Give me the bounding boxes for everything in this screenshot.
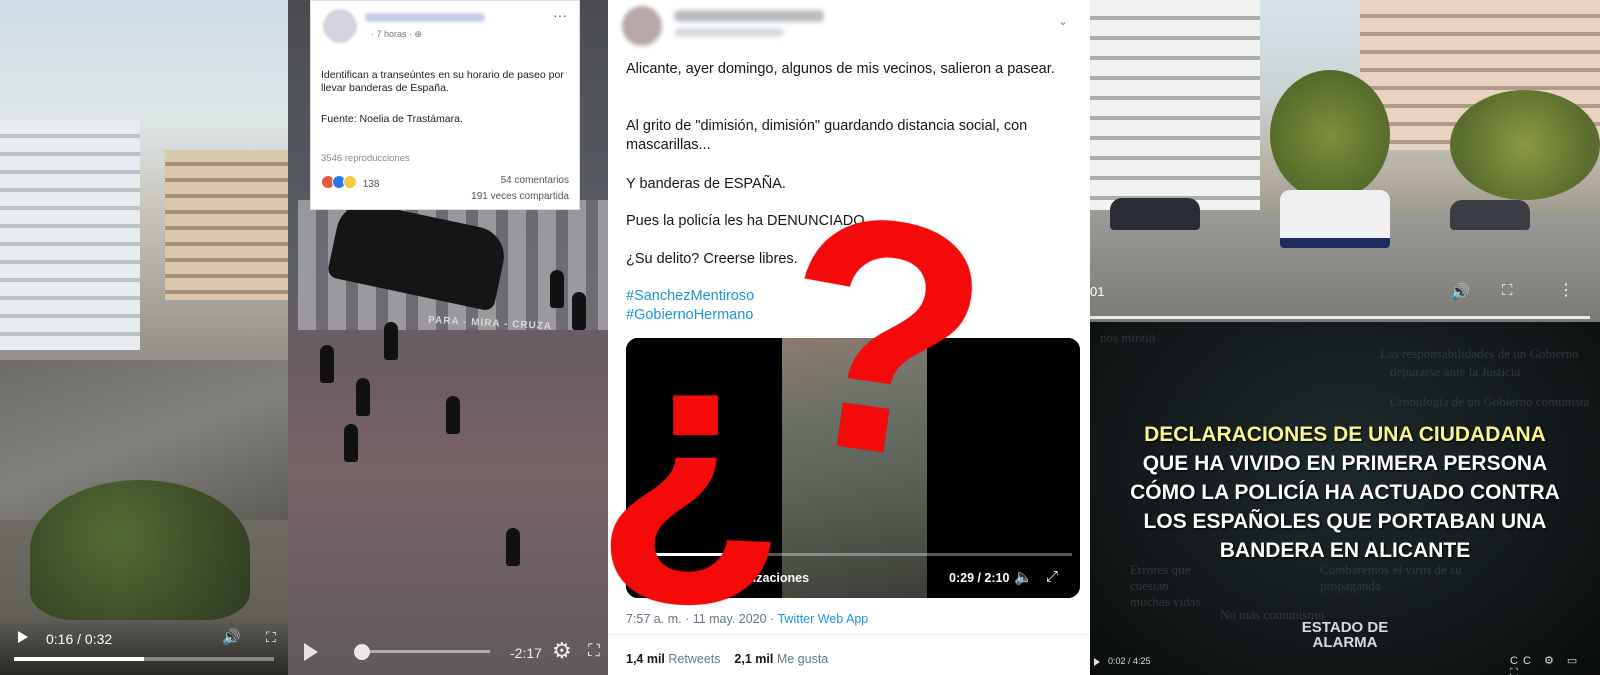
volume-icon[interactable]: 🔈 <box>1014 568 1033 586</box>
volume-icon[interactable]: 🔊 <box>1450 282 1470 302</box>
video-controls <box>0 615 288 675</box>
post-time: · 7 horas · ⊕ <box>371 29 423 39</box>
reaction-count: 138 <box>362 179 380 190</box>
tweet-text-line: Alicante, ayer domingo, algunos de mis v… <box>626 61 1055 77</box>
time-fragment: 01 <box>1090 284 1105 299</box>
logo-line: ALARMA <box>1312 634 1378 651</box>
comment-count[interactable]: 54 comentarios <box>501 175 569 186</box>
building-left <box>0 120 140 350</box>
like-count[interactable]: 2,1 mil <box>734 652 773 666</box>
background-text: Cronología de un Gobierno comunista <box>1390 394 1590 409</box>
video-controls-bottom: 0:02 / 4:25 CC ⚙ ▭ ⛶ <box>1090 650 1600 675</box>
author-handle-blurred[interactable] <box>674 28 784 37</box>
video-time: 0:16 / 0:32 <box>46 631 113 647</box>
chevron-down-icon[interactable]: ⌄ <box>1058 14 1068 28</box>
headline-line: BANDERA EN ALICANTE <box>1219 539 1471 562</box>
video-top-frame <box>1090 0 1600 322</box>
fullscreen-icon[interactable]: ⛶ <box>1502 282 1513 299</box>
post-text: Identifican a transeúntes en su horario … <box>321 69 564 94</box>
person <box>446 396 460 434</box>
share-count[interactable]: 191 veces compartida <box>471 191 569 202</box>
author-name-blurred[interactable] <box>365 13 485 22</box>
fullscreen-icon[interactable]: ⤢ <box>1046 568 1058 585</box>
background-text: Combaremos el virus de su propaganda <box>1320 562 1462 593</box>
video-panel-facebook[interactable]: PARA - MIRA - CRUZA · 7 horas · ⊕ ··· Id… <box>288 0 608 675</box>
gear-icon[interactable]: ⚙ <box>552 638 572 664</box>
progress-bar[interactable] <box>14 657 274 661</box>
video-panel-street[interactable]: 0:16 / 0:32 🔊 ⛶ <box>0 0 288 675</box>
fullscreen-icon[interactable]: ⛶ <box>266 629 276 646</box>
background-text: nos mintió <box>1100 330 1156 345</box>
headline-line: QUE HA VIVIDO EN PRIMERA PERSONA <box>1142 452 1548 475</box>
retweet-label[interactable]: Retweets <box>668 652 720 666</box>
person <box>550 270 564 308</box>
progress-fill <box>14 657 144 661</box>
building <box>1090 0 1260 210</box>
background-text: depurarse ante la Justicia <box>1390 364 1521 379</box>
background-text: Las responsabilidades de un Gobierno <box>1380 346 1579 361</box>
avatar[interactable] <box>323 9 357 43</box>
player-icons[interactable]: CC ⚙ ▭ ⛶ <box>1510 654 1600 675</box>
tweet-stats: 1,4 mil Retweets 2,1 mil Me gusta <box>626 652 828 666</box>
building-right <box>165 150 288 300</box>
car <box>1110 198 1200 230</box>
video-controls: -2:17 ⚙ ⛶ <box>288 629 608 675</box>
progress-bar[interactable] <box>1090 316 1590 319</box>
police-van <box>1280 190 1390 248</box>
volume-icon[interactable]: 🔊 <box>222 628 241 646</box>
video-time: 0:02 / 4:25 <box>1108 656 1151 666</box>
tree <box>1450 90 1600 200</box>
more-options-icon[interactable]: ⋮ <box>1558 280 1574 300</box>
like-label[interactable]: Me gusta <box>777 652 828 666</box>
tree <box>1270 70 1390 200</box>
video-panel-youtube[interactable]: 01 🔊 ⛶ ⋮ nos mintió Las responsabilidade… <box>1090 0 1600 675</box>
play-icon[interactable] <box>18 631 28 643</box>
reactions[interactable]: 138 <box>321 175 379 190</box>
car <box>1450 200 1530 230</box>
view-count: 3546 reproducciones <box>321 153 410 164</box>
headline-line: CÓMO LA POLICÍA HA ACTUADO CONTRA <box>1130 481 1560 504</box>
progress-track[interactable] <box>360 650 490 653</box>
person <box>384 322 398 360</box>
background-text: Errores que cuestan muchas vidas <box>1130 562 1201 609</box>
person <box>320 345 334 383</box>
author-name-blurred[interactable] <box>674 10 824 22</box>
wow-reaction-icon <box>343 175 357 189</box>
logo-line: ESTADO DE <box>1301 619 1389 636</box>
video-time: 0:29 / 2:10 <box>949 571 1010 585</box>
estado-de-alarma-logo: ESTADO DE ALARMA <box>1280 620 1410 650</box>
post-source: Fuente: Noelia de Trastámara. <box>321 113 463 125</box>
divider <box>608 634 1090 635</box>
play-icon[interactable] <box>1094 658 1100 666</box>
tweet-source-link[interactable]: Twitter Web App <box>777 612 868 626</box>
remaining-time: -2:17 <box>510 645 542 661</box>
retweet-count[interactable]: 1,4 mil <box>626 652 665 666</box>
person <box>572 292 586 330</box>
person <box>344 424 358 462</box>
fullscreen-icon[interactable]: ⛶ <box>588 641 600 661</box>
progress-handle[interactable] <box>354 644 370 660</box>
more-options-icon[interactable]: ··· <box>553 7 567 23</box>
facebook-post-card: · 7 horas · ⊕ ··· Identifican a transeún… <box>310 0 580 210</box>
play-icon[interactable] <box>304 643 318 661</box>
avatar[interactable] <box>622 6 662 46</box>
person <box>506 528 520 566</box>
headline-line: LOS ESPAÑOLES QUE PORTABAN UNA <box>1143 510 1547 533</box>
person <box>356 378 370 416</box>
trees <box>30 480 250 620</box>
headline-line: DECLARACIONES DE UNA CIUDADANA <box>1144 423 1546 446</box>
open-question-mark: ¿ <box>593 282 786 618</box>
